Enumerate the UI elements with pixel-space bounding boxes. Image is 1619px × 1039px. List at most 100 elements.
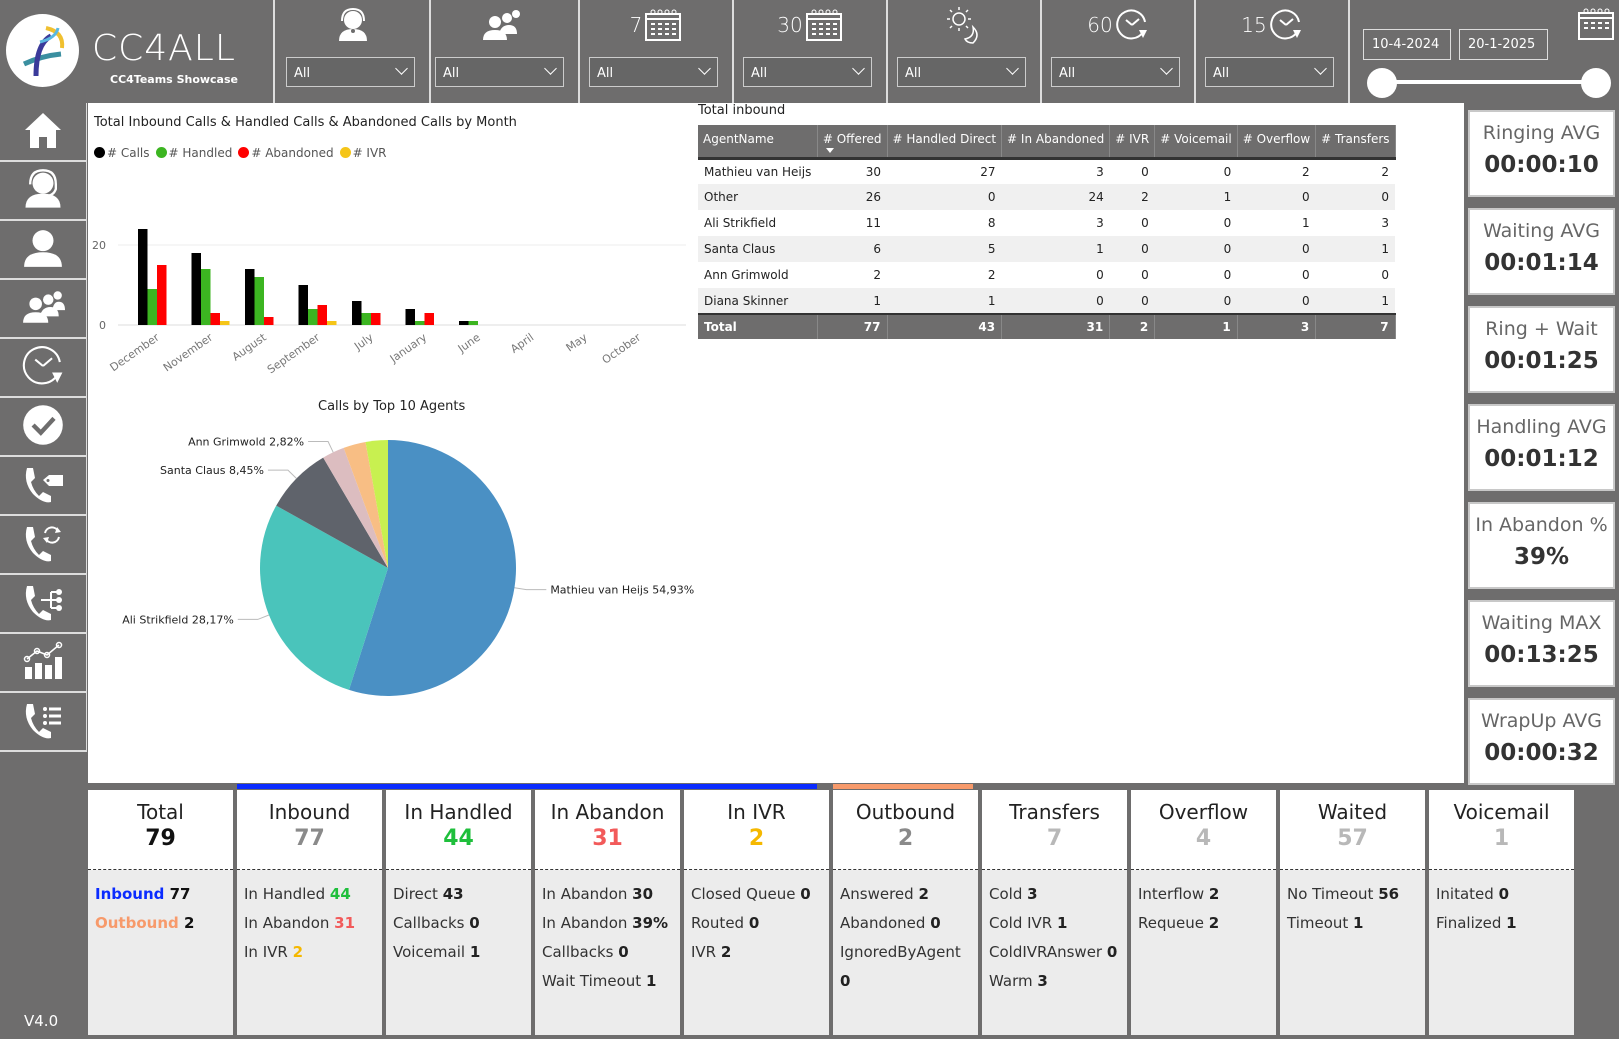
kpi-value: 39% (1513, 544, 1570, 570)
period-30-dropdown[interactable]: All (743, 57, 872, 87)
summary-card-voicemail[interactable]: Voicemail 1 Initated 0 Finalized 1 (1429, 790, 1574, 1035)
detail-label: Abandoned (840, 914, 931, 932)
sidebar-item-analytics[interactable] (0, 634, 87, 693)
detail-value: 0 (618, 943, 629, 961)
sidebar-item-phone-refresh[interactable] (0, 516, 87, 575)
sidebar-item-handled[interactable] (0, 398, 87, 457)
table-row[interactable]: Diana Skinner 1 1 0 0 0 0 1 (698, 288, 1396, 314)
card-title: In Abandon (550, 800, 665, 824)
bar-abandoned[interactable] (210, 313, 221, 325)
bar-abandoned[interactable] (371, 313, 381, 325)
sidebar-item-phone-routing[interactable] (0, 575, 87, 634)
team-dropdown[interactable]: All (435, 57, 564, 87)
bar-abandoned[interactable] (424, 313, 435, 325)
bar-handled[interactable] (201, 269, 211, 325)
bar-ivr[interactable] (327, 321, 337, 325)
sidebar-item-user[interactable] (0, 221, 87, 280)
table-row[interactable]: Ali Strikfield 11 8 3 0 0 1 3 (698, 210, 1395, 236)
bar-calls[interactable] (191, 253, 202, 325)
day-night-icon (888, 4, 1040, 46)
bar-handled[interactable] (361, 313, 372, 325)
interval-15-dropdown[interactable]: All (1205, 57, 1334, 87)
bar-ivr[interactable] (220, 321, 230, 325)
table-row[interactable]: Other 26 0 24 2 1 0 0 (698, 184, 1396, 210)
summary-card-outbound[interactable]: Outbound 2 Answered 2 Abandoned 0 IgnoredByA… (833, 790, 978, 1035)
date-range-start-handle[interactable] (1367, 68, 1397, 98)
summary-card-in-handled[interactable]: In Handled 44 Direct 43 Callbacks 0 Voicemai… (386, 790, 531, 1035)
column-header-in-abandoned[interactable]: # In Abandoned (1001, 125, 1111, 160)
legend-item-abandoned[interactable]: # Abandoned (238, 146, 334, 160)
agent-headset-icon (22, 168, 64, 214)
card-details: Initated 0 Finalized 1 (1429, 870, 1574, 948)
summary-card-overflow[interactable]: Overflow 4 Interflow 2 Requeue 2 (1131, 790, 1276, 1035)
sidebar-item-teams[interactable] (0, 280, 87, 339)
pie-data-label: Ann Grimwold 2,82% (188, 435, 304, 448)
column-header-transfers[interactable]: # Transfers (1315, 125, 1396, 160)
table-cell: 6 (817, 236, 887, 262)
bar-calls[interactable] (245, 269, 255, 325)
column-header-agentname[interactable]: AgentName (698, 125, 818, 160)
detail-value: 1 (469, 943, 481, 961)
bar-handled[interactable] (254, 277, 265, 325)
period-7-dropdown[interactable]: All (589, 57, 718, 87)
calendar-icon[interactable] (1576, 7, 1616, 45)
app-subtitle: CC4Teams Showcase (110, 73, 238, 86)
column-header-voicemail[interactable]: # Voicemail (1154, 125, 1238, 160)
summary-card-total[interactable]: Total 79 Inbound 77 Outbound 2 (88, 790, 233, 1035)
sidebar-item-agents[interactable] (0, 162, 87, 221)
day-night-dropdown[interactable]: All (897, 57, 1026, 87)
legend-item-calls[interactable]: # Calls (94, 146, 150, 160)
sidebar-item-time[interactable] (0, 339, 87, 398)
bar-calls[interactable] (352, 301, 362, 325)
agent-dropdown[interactable]: All (286, 57, 415, 87)
bar-calls[interactable] (405, 309, 416, 325)
legend-item-handled[interactable]: # Handled (155, 146, 232, 160)
column-header-handled-direct[interactable]: # Handled Direct (887, 125, 1003, 160)
interval-60-dropdown[interactable]: All (1051, 57, 1180, 87)
sidebar-item-phone-tag[interactable] (0, 457, 87, 516)
card-value: 57 (1337, 826, 1368, 851)
sidebar-item-phone-list[interactable] (0, 693, 87, 752)
home-icon (23, 110, 63, 154)
bar-calls[interactable] (138, 229, 148, 325)
card-detail-line: Cold IVR 1 (989, 909, 1120, 938)
summary-card-in-ivr[interactable]: In IVR 2 Closed Queue 0 Routed 0 IVR 2 (684, 790, 829, 1035)
table-row[interactable]: Ann Grimwold 2 2 0 0 0 0 0 (698, 262, 1395, 288)
kpi-value: 00:00:10 (1484, 152, 1599, 178)
total-cell: 31 (1001, 313, 1111, 339)
summary-card-waited[interactable]: Waited 57 No Timeout 56 Timeout 1 (1280, 790, 1425, 1035)
column-header-offered[interactable]: # Offered (817, 125, 888, 160)
summary-card-in-abandon[interactable]: In Abandon 31 In Abandon 30 In Abandon 39% C… (535, 790, 680, 1035)
sidebar-item-home[interactable] (0, 103, 87, 162)
legend-item-ivr[interactable]: # IVR (339, 146, 387, 160)
bar-calls[interactable] (298, 285, 309, 325)
table-cell: 1 (1315, 236, 1396, 262)
card-detail-line: In Abandon 31 (244, 909, 375, 938)
date-end-input[interactable]: 20-1-2025 (1459, 29, 1548, 60)
summary-card-transfers[interactable]: Transfers 7 Cold 3 Cold IVR 1 ColdIVRAnswer … (982, 790, 1127, 1035)
x-tick-label: July (351, 331, 376, 354)
bar-handled[interactable] (308, 309, 318, 325)
column-header-overflow[interactable]: # Overflow (1237, 125, 1317, 160)
card-detail-line: Initated 0 (1436, 880, 1567, 909)
kpi-tile: In Abandon % 39% (1468, 502, 1615, 589)
date-range-slider-track[interactable] (1380, 80, 1595, 84)
bar-abandoned[interactable] (157, 265, 167, 325)
bar-handled[interactable] (468, 321, 479, 325)
detail-label: In IVR (244, 943, 293, 961)
column-header-ivr[interactable]: # IVR (1109, 125, 1156, 160)
team-icon (21, 289, 65, 329)
bar-handled[interactable] (147, 289, 158, 325)
bar-abandoned[interactable] (317, 305, 328, 325)
legend-label: # IVR (352, 146, 387, 160)
date-start-input[interactable]: 10-4-2024 (1363, 29, 1451, 60)
date-range-end-handle[interactable] (1581, 68, 1611, 98)
table-row[interactable]: Santa Claus 6 5 1 0 0 0 1 (698, 236, 1396, 262)
bar-calls[interactable] (459, 321, 469, 325)
phone-tag-icon (21, 462, 65, 510)
kpi-label: WrapUp AVG (1481, 710, 1602, 732)
table-row[interactable]: Mathieu van Heijs 30 27 3 0 0 2 2 (698, 158, 1395, 184)
bar-abandoned[interactable] (264, 317, 274, 325)
summary-card-inbound[interactable]: Inbound 77 In Handled 44 In Abandon 31 In IV… (237, 790, 382, 1035)
bar-handled[interactable] (415, 321, 425, 325)
